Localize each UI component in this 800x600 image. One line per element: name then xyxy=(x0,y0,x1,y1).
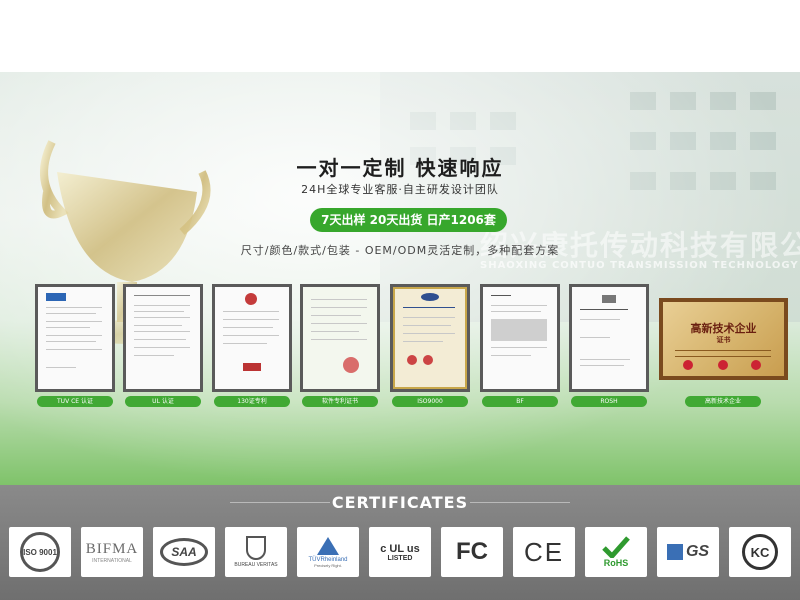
bifma-logo: BIFMA INTERNATIONAL xyxy=(81,527,143,577)
saa-logo: SAA xyxy=(153,527,215,577)
bureau-veritas-logo: BUREAU VERITAS xyxy=(225,527,287,577)
cert-label: UL 认证 xyxy=(125,396,201,407)
rohs-logo: RoHS xyxy=(585,527,647,577)
certificate-patent-130[interactable] xyxy=(212,284,292,392)
tuv-rheinland-logo: TÜVRheinland Precisely Right. xyxy=(297,527,359,577)
certificate-ul[interactable] xyxy=(123,284,203,392)
cert-label: 软件专利证书 xyxy=(302,396,378,407)
certificate-software-patent[interactable] xyxy=(300,284,380,392)
cul-us-logo: c UL us LISTED xyxy=(369,527,431,577)
cert-label: ISO9000 xyxy=(392,396,468,407)
ce-logo: CE xyxy=(513,527,575,577)
certificate-high-tech-enterprise[interactable]: 高新技术企业 证书 xyxy=(659,298,788,380)
hero-headline: 一对一定制 快速响应 xyxy=(296,156,504,180)
cert-label: TUV CE 认证 xyxy=(37,396,113,407)
delivery-badge: 7天出样 20天出货 日产1206套 xyxy=(310,208,507,232)
certificate-gallery: TUV CE 认证 UL 认证 130证专利 软件专利证书 ISO9000 BF… xyxy=(0,284,800,414)
hero-subheading: 24H全球专业客服·自主研发设计团队 xyxy=(301,183,499,196)
hero-banner: 绍兴康托传动科技有限公司 SHAOXING CONTUO TRANSMISSIO… xyxy=(0,72,800,485)
certificates-section: CERTIFICATES ISO 9001 BIFMA INTERNATIONA… xyxy=(0,485,800,600)
plaque-subtitle: 证书 xyxy=(716,336,731,344)
certificate-iso9000[interactable] xyxy=(390,284,470,392)
certificate-rosh[interactable] xyxy=(569,284,649,392)
kc-logo: KC xyxy=(729,527,791,577)
divider xyxy=(470,502,570,503)
company-name-en: SHAOXING CONTUO TRANSMISSION TECHNOLOGY … xyxy=(480,260,800,271)
plaque-title: 高新技术企业 xyxy=(690,322,757,335)
section-title: CERTIFICATES xyxy=(331,493,469,512)
cert-label: 130证专利 xyxy=(214,396,290,407)
iso9001-logo: ISO 9001 xyxy=(9,527,71,577)
top-blank-area xyxy=(0,0,800,72)
certificate-tuv-ce[interactable] xyxy=(35,284,115,392)
cert-label: BF xyxy=(482,396,558,407)
checkmark-icon xyxy=(602,536,630,558)
gs-logo: GS xyxy=(657,527,719,577)
certificate-bf[interactable] xyxy=(480,284,560,392)
cert-label: 高新技术企业 xyxy=(685,396,761,407)
hero-tagline: 尺寸/颜色/款式/包装 - OEM/ODM灵活定制，多种配套方案 xyxy=(240,244,560,257)
fcc-logo: FC xyxy=(441,527,503,577)
cert-label: ROSH xyxy=(571,396,647,407)
